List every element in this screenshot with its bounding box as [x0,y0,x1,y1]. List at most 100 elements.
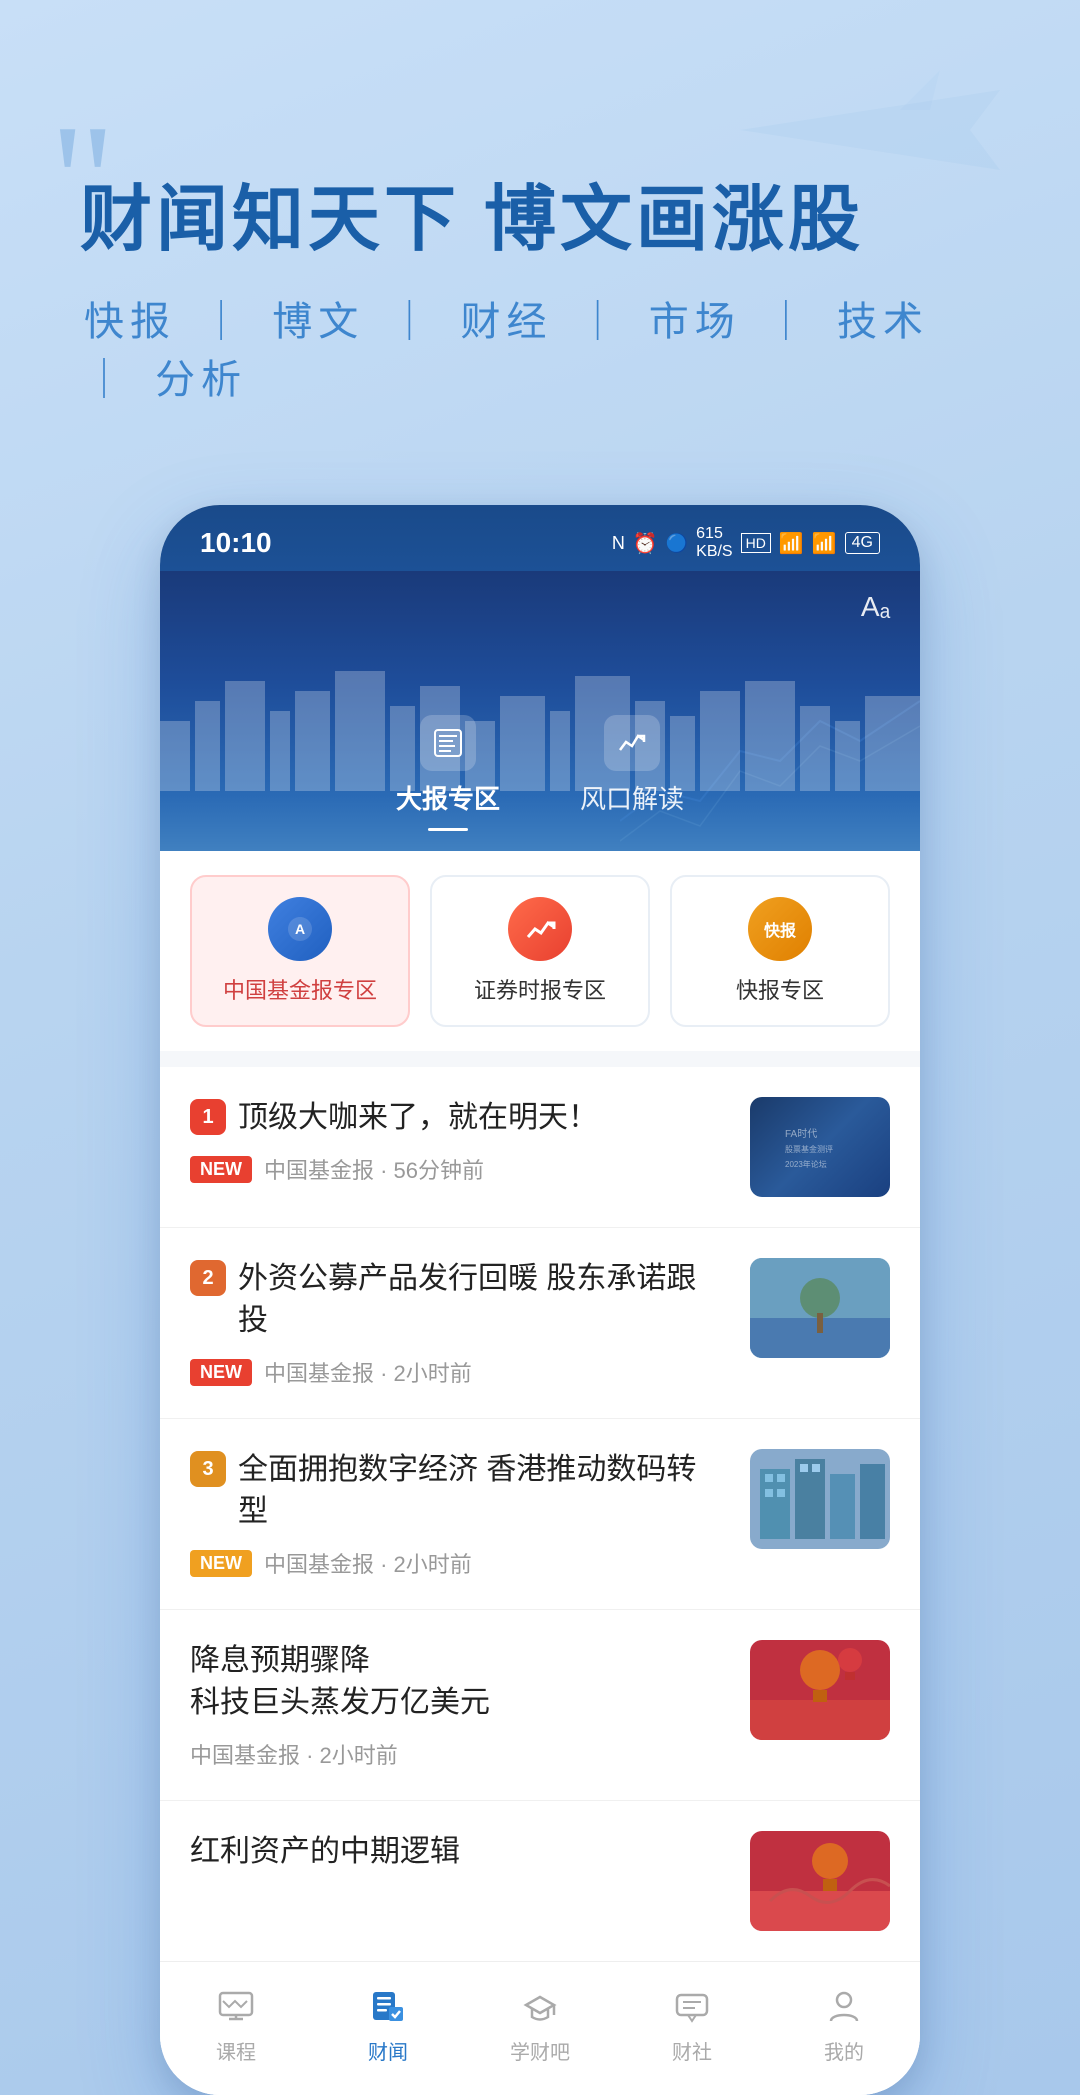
phone-content: A 中国基金报专区 证券时报专区 [160,851,920,2095]
news-item-2[interactable]: 2 外资公募产品发行回暖 股东承诺跟投 NEW 中国基金报 · 2小时前 [160,1228,920,1419]
nav-caisha[interactable]: 财社 [642,1982,742,2065]
thumb-inner-1: FA时代 股票基金测评 2023年论坛 [750,1097,890,1197]
phone-mockup: 10:10 N ⏰ 🔵 615KB/S HD 📶 📶 4G [160,505,920,2095]
nav-kecheng[interactable]: 课程 [186,1982,286,2065]
news-list: 1 顶级大咖来了，就在明天！ NEW 中国基金报 · 56分钟前 FA时代 [160,1067,920,1961]
subtitle-caijing: 财经 [461,300,553,344]
news-thumb-4 [750,1640,890,1740]
nav-label-wode: 我的 [824,2036,864,2065]
nav-icon-kecheng [212,1982,260,2030]
news-title-row-5: 红利资产的中期逻辑 [190,1831,726,1873]
status-time: 10:10 [200,527,272,559]
subtitle-sep3: ｜ [578,300,641,344]
font-size-icon[interactable]: Aₐ [861,591,890,623]
news-title-3: 全面拥抱数字经济 香港推动数码转型 [238,1449,726,1533]
nav-caiweng[interactable]: 财闻 [338,1982,438,2065]
news-meta-2: NEW 中国基金报 · 2小时前 [190,1356,726,1388]
subtitle-shichang: 市场 [649,300,741,344]
news-thumb-3 [750,1449,890,1549]
news-title-4: 降息预期骤降科技巨头蒸发万亿美元 [190,1640,490,1724]
news-title-row-3: 3 全面拥抱数字经济 香港推动数码转型 [190,1449,726,1533]
news-item-4[interactable]: 降息预期骤降科技巨头蒸发万亿美元 中国基金报 · 2小时前 [160,1610,920,1801]
news-content-3: 3 全面拥抱数字经济 香港推动数码转型 NEW 中国基金报 · 2小时前 [190,1449,726,1579]
news-title-row-1: 1 顶级大咖来了，就在明天！ [190,1097,726,1139]
news-content-4: 降息预期骤降科技巨头蒸发万亿美元 中国基金报 · 2小时前 [190,1640,726,1770]
svg-text:A: A [295,921,305,937]
cat-icon-zhengquan [508,897,572,961]
status-bar: 10:10 N ⏰ 🔵 615KB/S HD 📶 📶 4G [160,505,920,571]
nav-xuecaiba[interactable]: 学财吧 [490,1982,590,2065]
news-source-4: 中国基金报 · 2小时前 [190,1738,398,1770]
subtitle-bowen: 博文 [272,300,364,344]
nav-label-fengkou: 风口解读 [580,779,684,816]
news-title-2: 外资公募产品发行回暖 股东承诺跟投 [238,1258,726,1342]
news-title-row-2: 2 外资公募产品发行回暖 股东承诺跟投 [190,1258,726,1342]
news-item-5[interactable]: 红利资产的中期逻辑 [160,1801,920,1961]
news-source-3: 中国基金报 · 2小时前 [264,1547,472,1579]
nav-wode[interactable]: 我的 [794,1982,894,2065]
new-badge-1: NEW [190,1156,252,1183]
news-title-row-4: 降息预期骤降科技巨头蒸发万亿美元 [190,1640,726,1724]
kuaibao-icon-text: 快报 [764,917,796,941]
news-item-1[interactable]: 1 顶级大咖来了，就在明天！ NEW 中国基金报 · 56分钟前 FA时代 [160,1067,920,1228]
header-nav: 大报专区 风口解读 [160,715,920,851]
svg-text:2023年论坛: 2023年论坛 [785,1159,827,1169]
news-title-5: 红利资产的中期逻辑 [190,1831,460,1873]
data-speed: 615KB/S [696,525,732,561]
tab-zhengquan-shibao[interactable]: 证券时报专区 [430,875,650,1027]
status-icons: N ⏰ 🔵 615KB/S HD 📶 📶 4G [612,525,880,561]
nav-label-caisha: 财社 [672,2036,712,2065]
nav-label-dabao: 大报专区 [396,779,500,816]
signal-icon: 📶 [812,531,837,556]
subtitle-kuaibao: 快报 [84,300,176,344]
svg-text:FA时代: FA时代 [785,1128,817,1140]
hero-title: 财闻知天下 博文画涨股 [80,160,1000,265]
news-source-1: 中国基金报 · 56分钟前 [264,1153,484,1185]
news-source-2: 中国基金报 · 2小时前 [264,1356,472,1388]
nav-icon-wode [820,1982,868,2030]
network-icon: N [612,533,625,554]
cat-label-zhengquan: 证券时报专区 [474,973,606,1005]
hdr-badge: HD [741,533,771,553]
news-meta-3: NEW 中国基金报 · 2小时前 [190,1547,726,1579]
nav-icon-caiweng [364,1982,412,2030]
news-thumb-1: FA时代 股票基金测评 2023年论坛 [750,1097,890,1197]
cat-label-kuaibao: 快报专区 [736,973,824,1005]
subtitle-sep1: ｜ [201,300,264,344]
rank-badge-3: 3 [190,1451,226,1487]
category-tabs: A 中国基金报专区 证券时报专区 [160,851,920,1051]
hero-section: 财闻知天下 博文画涨股 快报 ｜ 博文 ｜ 财经 ｜ 市场 ｜ 技术 ｜ 分析 [0,0,1080,465]
news-thumb-5 [750,1831,890,1931]
tab-kuaibao[interactable]: 快报 快报专区 [670,875,890,1027]
nav-label-caiweng: 财闻 [368,2036,408,2065]
new-badge-3: NEW [190,1550,252,1577]
nav-label-xuecaiba: 学财吧 [510,2036,570,2065]
subtitle-jishu: 技术 [837,300,929,344]
nav-icon-caisha [668,1982,716,2030]
wifi-icon: 📶 [779,531,804,556]
nav-item-fengkou[interactable]: 风口解读 [580,715,684,831]
nav-label-kecheng: 课程 [216,2036,256,2065]
phone-wrapper: 10:10 N ⏰ 🔵 615KB/S HD 📶 📶 4G [0,505,1080,2095]
tab-zhongguo-jijin[interactable]: A 中国基金报专区 [190,875,410,1027]
cat-icon-jijin: A [268,897,332,961]
subtitle-fenxi: 分析 [155,358,247,402]
news-title-1: 顶级大咖来了，就在明天！ [238,1097,598,1139]
cat-label-jijin: 中国基金报专区 [223,973,377,1005]
bluetooth-icon: 🔵 [666,533,688,554]
alarm-icon: ⏰ [633,531,658,556]
new-badge-2: NEW [190,1359,252,1386]
header-background: Aₐ 大报专区 [160,571,920,851]
news-item-3[interactable]: 3 全面拥抱数字经济 香港推动数码转型 NEW 中国基金报 · 2小时前 [160,1419,920,1610]
subtitle-sep4: ｜ [766,300,829,344]
subtitle-sep5: ｜ [84,358,147,402]
subtitle-sep2: ｜ [389,300,452,344]
nav-icon-fengkou [604,715,660,771]
bottom-nav: 课程 财闻 [160,1961,920,2095]
news-meta-1: NEW 中国基金报 · 56分钟前 [190,1153,726,1185]
news-content-2: 2 外资公募产品发行回暖 股东承诺跟投 NEW 中国基金报 · 2小时前 [190,1258,726,1388]
svg-text:股票基金测评: 股票基金测评 [785,1144,833,1154]
nav-item-dabao[interactable]: 大报专区 [396,715,500,831]
thumb-inner-2 [750,1258,890,1358]
battery-badge: 4G [845,532,880,554]
